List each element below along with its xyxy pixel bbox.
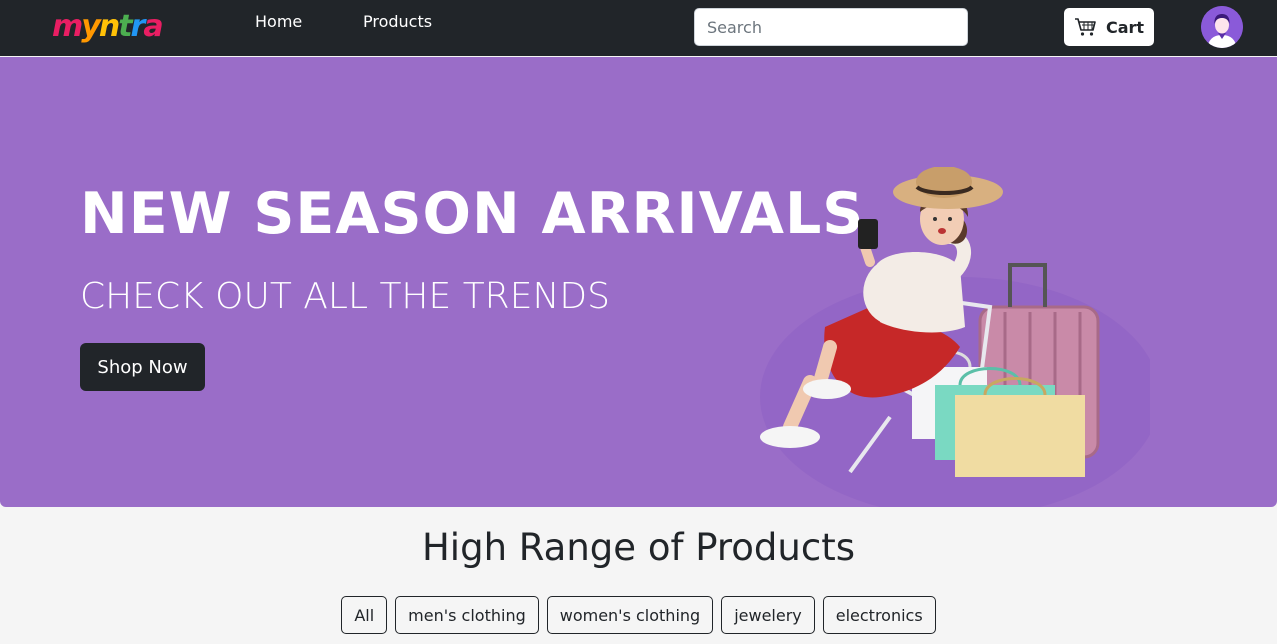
filter-all-button[interactable]: All xyxy=(341,596,388,634)
cart-button[interactable]: Cart xyxy=(1064,8,1154,46)
hero-subtitle: CHECK OUT ALL THE TRENDS xyxy=(80,276,610,317)
svg-text:myntra: myntra xyxy=(52,9,162,44)
brand-logo[interactable]: myntra xyxy=(50,6,170,46)
filter-jewelery-button[interactable]: jewelery xyxy=(721,596,815,634)
hero-model-illustration xyxy=(760,167,1150,507)
user-avatar[interactable] xyxy=(1201,6,1243,48)
nav-home-link[interactable]: Home xyxy=(255,12,302,32)
navbar: myntra Home Products Cart xyxy=(0,0,1277,56)
shop-now-button[interactable]: Shop Now xyxy=(80,343,205,391)
section-title: High Range of Products xyxy=(421,526,855,569)
hero-banner: NEW SEASON ARRIVALS CHECK OUT ALL THE TR… xyxy=(0,57,1277,507)
nav-products-link[interactable]: Products xyxy=(363,12,432,32)
filter-electronics-button[interactable]: electronics xyxy=(822,596,936,634)
category-filters: All men's clothing women's clothing jewe… xyxy=(0,596,1277,634)
user-avatar-icon xyxy=(1201,6,1243,48)
cart-icon xyxy=(1074,18,1096,36)
filter-mens-clothing-button[interactable]: men's clothing xyxy=(395,596,539,634)
cart-label: Cart xyxy=(1105,17,1145,37)
filter-womens-clothing-button[interactable]: women's clothing xyxy=(546,596,714,634)
search-input[interactable] xyxy=(694,8,968,46)
myntra-logo-icon: myntra xyxy=(52,9,164,44)
